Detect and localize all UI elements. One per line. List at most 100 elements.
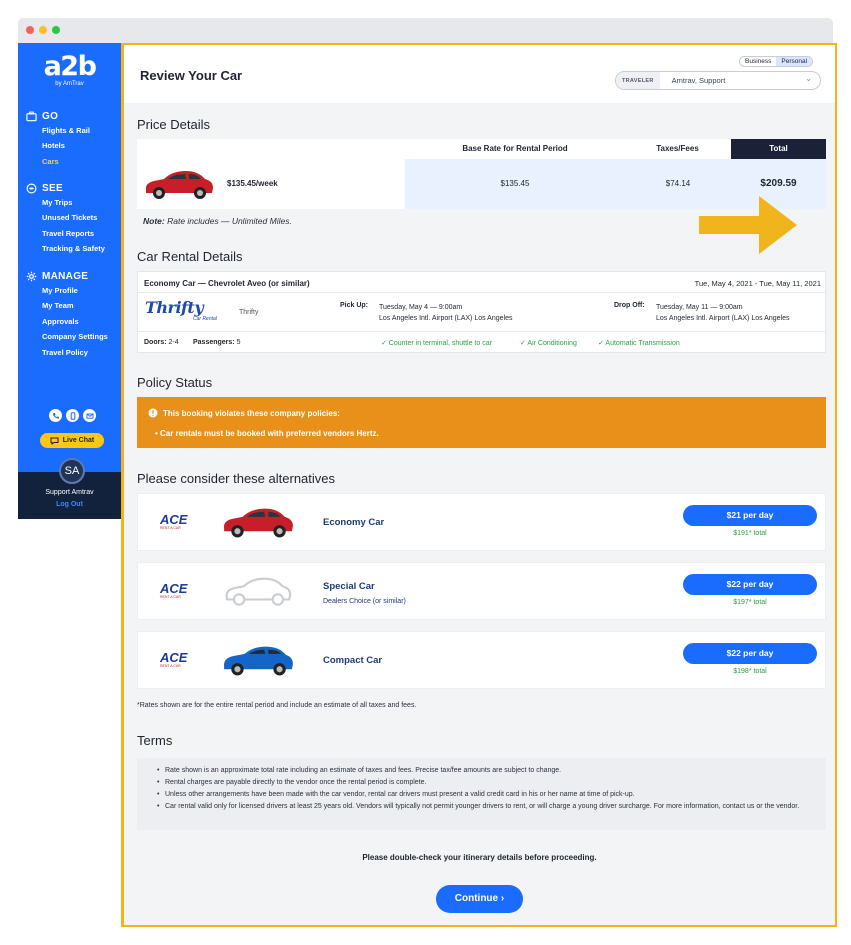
nav-head-go-label: GO [42, 110, 59, 122]
base-rate-value: $135.45 [405, 159, 625, 209]
page-title: Review Your Car [140, 68, 243, 83]
ace-logo-text: ACE [160, 581, 188, 596]
dropoff-time: Tuesday, May 11 — 9:00am [656, 304, 743, 311]
maximize-window-dot[interactable] [52, 26, 60, 34]
rates-footnote: *Rates shown are for the entire rental p… [137, 702, 417, 709]
nav-item-my-team[interactable]: My Team [26, 298, 121, 313]
logo-subtext: by AmTrav [55, 81, 84, 87]
select-compact-button[interactable]: $22 per day [683, 643, 817, 664]
main-panel: Review Your Car Business Personal TRAVEL… [121, 43, 837, 927]
continue-button[interactable]: Continue › [436, 885, 523, 913]
doors-info: Doors: 2-4 [144, 339, 179, 346]
alternative-name: Special Car [323, 581, 375, 592]
policy-item-text: Car rentals must be booked with preferre… [160, 429, 379, 438]
thrifty-logo: Thrifty Car Rental [145, 300, 217, 323]
terms-item: Rental charges are payable directly to t… [157, 778, 819, 787]
toggle-business[interactable]: Business [740, 57, 776, 66]
thrifty-logo-sub: Car Rental [193, 316, 217, 322]
terms-item: Rate shown is an approximate total rate … [157, 766, 819, 775]
alternatives-title: Please consider these alternatives [137, 471, 336, 486]
nav-item-flights-rail[interactable]: Flights & Rail [26, 123, 121, 138]
mobile-icon[interactable] [66, 409, 79, 422]
economy-car-image [224, 508, 293, 538]
pickup-location: Los Angeles Intl. Airport (LAX) Los Ange… [379, 315, 513, 322]
page-header: Review Your Car Business Personal TRAVEL… [124, 45, 835, 103]
rental-location-row: Thrifty Car Rental Thrifty Pick Up: Tues… [138, 294, 825, 332]
rental-details-card: Economy Car — Chevrolet Aveo (or similar… [137, 271, 826, 353]
nav-section-go: GO Flights & Rail Hotels Cars [26, 109, 121, 169]
contact-icons [49, 409, 96, 422]
alternative-card[interactable]: ACE RENT A CAR Compact Car $22 per day $1… [137, 631, 826, 689]
passengers-info: Passengers: 5 [193, 339, 241, 346]
traveler-select[interactable]: TRAVELER Amtrav, Support ⌄ [615, 71, 821, 90]
select-special-button[interactable]: $22 per day [683, 574, 817, 595]
feature-transmission: ✓ Automatic Transmission [598, 340, 680, 347]
nav-item-company-settings[interactable]: Company Settings [26, 329, 121, 344]
toggle-personal[interactable]: Personal [776, 57, 813, 66]
gear-icon [26, 271, 37, 281]
alternative-total: $197* total [733, 599, 767, 606]
eye-icon [26, 183, 37, 193]
passengers-label: Passengers: [193, 339, 235, 346]
traveler-label: TRAVELER [616, 72, 660, 89]
phone-icon[interactable] [49, 409, 62, 422]
terms-box: Rate shown is an approximate total rate … [137, 758, 826, 830]
feature-ac: ✓ Air Conditioning [520, 340, 577, 347]
ace-logo: ACE RENT A CAR [160, 513, 187, 530]
ace-logo: ACE RENT A CAR [160, 651, 187, 668]
alternative-card[interactable]: ACE RENT A CAR Special Car Dealers Choice… [137, 562, 826, 620]
avatar[interactable]: SA [59, 458, 85, 484]
trip-type-toggle: Business Personal [739, 56, 814, 67]
double-check-message: Please double-check your itinerary detai… [362, 853, 597, 862]
nav-item-travel-policy[interactable]: Travel Policy [26, 345, 121, 360]
feature-counter: ✓ Counter in terminal, shuttle to car [381, 340, 492, 347]
red-sedan-car-image [145, 171, 213, 199]
minimize-window-dot[interactable] [39, 26, 47, 34]
select-economy-button[interactable]: $21 per day [683, 505, 817, 526]
alternative-total: $191* total [733, 530, 767, 537]
doors-value: 2-4 [168, 339, 179, 346]
close-window-dot[interactable] [26, 26, 34, 34]
nav-head-see-label: SEE [42, 182, 63, 194]
logout-link[interactable]: Log Out [18, 501, 121, 508]
policy-status-title: Policy Status [137, 375, 213, 390]
email-icon[interactable] [83, 409, 96, 422]
nav-item-travel-reports[interactable]: Travel Reports [26, 226, 121, 241]
rental-dates: Tue, May 4, 2021 - Tue, May 11, 2021 [694, 279, 821, 288]
nav-item-my-profile[interactable]: My Profile [26, 283, 121, 298]
rental-features-row: Doors: 2-4 Passengers: 5 ✓ Counter in te… [138, 333, 825, 353]
briefcase-icon [26, 111, 37, 121]
policy-item: • Car rentals must be booked with prefer… [155, 429, 379, 438]
nav-item-approvals[interactable]: Approvals [26, 314, 121, 329]
a2b-logo[interactable]: a2b by AmTrav [18, 51, 121, 88]
dropoff-info: Tuesday, May 11 — 9:00am Los Angeles Int… [656, 302, 789, 324]
live-chat-button[interactable]: Live Chat [40, 433, 104, 448]
note-text: Rate includes — Unlimited Miles. [164, 216, 292, 226]
alternative-subtitle: Dealers Choice (or similar) [323, 598, 406, 605]
yellow-arrow-icon [699, 196, 797, 254]
nav-head-go: GO [26, 109, 121, 123]
nav-item-cars[interactable]: Cars [26, 154, 121, 169]
taxes-header: Taxes/Fees [656, 144, 699, 153]
nav-item-hotels[interactable]: Hotels [26, 138, 121, 153]
ace-logo: ACE RENT A CAR [160, 581, 188, 599]
rate-note: Note: Rate includes — Unlimited Miles. [143, 216, 292, 226]
traveler-value: Amtrav, Support [671, 76, 726, 85]
terms-item: Car rental valid only for licensed drive… [157, 802, 819, 811]
pickup-label: Pick Up: [340, 302, 369, 309]
logo-text: a2b [43, 51, 97, 82]
live-chat-label: Live Chat [62, 437, 95, 444]
nav-section-manage: MANAGE My Profile My Team Approvals Comp… [26, 269, 121, 360]
terms-title: Terms [137, 733, 173, 748]
base-rate-header: Base Rate for Rental Period [462, 144, 568, 153]
pickup-info: Tuesday, May 4 — 9:00am Los Angeles Intl… [379, 302, 512, 324]
nav-item-tracking-safety[interactable]: Tracking & Safety [26, 241, 121, 256]
car-description: Economy Car — Chevrolet Aveo (or similar… [144, 279, 310, 288]
window-titlebar [18, 18, 833, 43]
nav-item-my-trips[interactable]: My Trips [26, 195, 121, 210]
nav-item-unused-tickets[interactable]: Unused Tickets [26, 210, 121, 225]
alternative-card[interactable]: ACE RENT A CAR Economy Car $21 per day $1… [137, 493, 826, 551]
policy-warning-banner: This booking violates these company poli… [137, 397, 826, 448]
compact-car-image [224, 646, 293, 676]
rental-details-title: Car Rental Details [137, 249, 243, 264]
